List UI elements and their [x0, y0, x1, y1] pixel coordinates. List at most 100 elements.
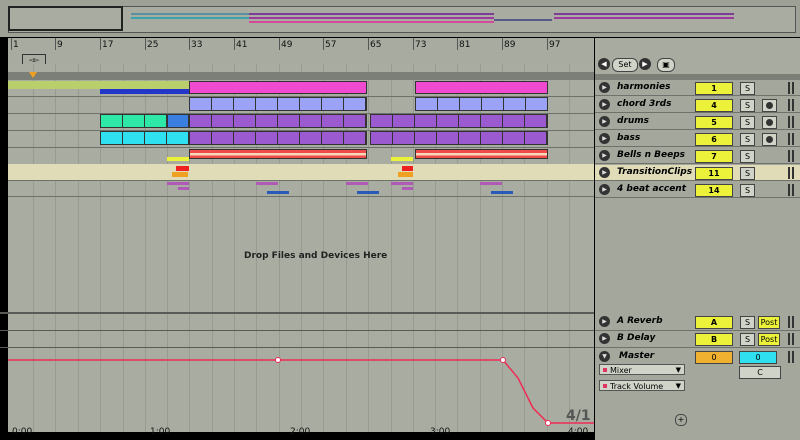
arm-button[interactable] — [762, 116, 777, 129]
track-fold-icon[interactable]: ▶ — [599, 167, 610, 178]
clip[interactable] — [402, 166, 413, 171]
track-fold-icon[interactable]: ▶ — [599, 316, 610, 327]
start-marker-icon[interactable] — [29, 72, 37, 78]
track-activator[interactable]: A — [695, 316, 733, 329]
lane-harmonies[interactable] — [8, 80, 594, 97]
track-header-bells-n-beeps[interactable]: ▶ Bells n Beeps 7 S — [595, 148, 800, 164]
clip[interactable] — [398, 172, 413, 177]
clip[interactable] — [415, 97, 548, 111]
track-header-chord-3rds[interactable]: ▶ chord 3rds 4 S — [595, 97, 800, 113]
master-volume-value[interactable]: 0 — [695, 351, 733, 364]
clip[interactable] — [391, 182, 413, 185]
track-fold-icon[interactable]: ▶ — [599, 133, 610, 144]
lane-transitionclips[interactable] — [8, 164, 594, 181]
overview-bar[interactable] — [0, 0, 800, 37]
master-track-header[interactable]: ▼ Master 0 0 C Mixer ▼ Track Volume ▼ + — [595, 348, 800, 440]
arm-button[interactable] — [762, 133, 777, 146]
automation-breakpoint[interactable] — [500, 357, 506, 363]
solo-button[interactable]: S — [740, 184, 755, 197]
resize-handle-icon[interactable] — [788, 333, 794, 345]
clip[interactable] — [178, 187, 189, 190]
track-name[interactable]: Bells n Beeps — [617, 150, 685, 160]
solo-button[interactable]: S — [740, 133, 755, 146]
lane-drums[interactable] — [8, 113, 594, 131]
track-fold-icon[interactable]: ▶ — [599, 82, 610, 93]
track-header-drums[interactable]: ▶ drums 5 S — [595, 114, 800, 130]
track-name[interactable]: 4 beat accent — [617, 184, 686, 194]
clip[interactable] — [167, 114, 189, 128]
clip[interactable] — [189, 97, 367, 111]
track-activator[interactable]: 11 — [695, 167, 733, 180]
track-name[interactable]: Master — [619, 351, 654, 361]
overview-visible-range[interactable] — [8, 6, 123, 31]
solo-button[interactable]: S — [740, 116, 755, 129]
pan-control[interactable]: C — [739, 366, 781, 379]
automation-breakpoint[interactable] — [545, 420, 551, 426]
clip[interactable] — [480, 182, 502, 185]
clip[interactable] — [267, 191, 289, 194]
track-name[interactable]: chord 3rds — [617, 99, 671, 109]
master-value[interactable]: 0 — [739, 351, 777, 364]
track-activator[interactable]: 14 — [695, 184, 733, 197]
track-activator[interactable]: 5 — [695, 116, 733, 129]
resize-handle-icon[interactable] — [788, 316, 794, 328]
parameter-chooser[interactable]: Track Volume ▼ — [599, 380, 685, 391]
automation-breakpoint[interactable] — [275, 357, 281, 363]
solo-button[interactable]: S — [740, 150, 755, 163]
prev-locator-icon[interactable]: ◀ — [598, 58, 610, 70]
track-fold-icon[interactable]: ▶ — [599, 184, 610, 195]
solo-button[interactable]: S — [740, 167, 755, 180]
follow-button[interactable]: ▣ — [657, 58, 675, 72]
clip[interactable] — [189, 131, 367, 145]
resize-handle-icon[interactable] — [788, 184, 794, 196]
track-activator[interactable]: 7 — [695, 150, 733, 163]
clip[interactable] — [167, 157, 189, 161]
lane-bells-n-beeps[interactable] — [8, 147, 594, 165]
track-header-bass[interactable]: ▶ bass 6 S — [595, 131, 800, 147]
return-track-b-delay[interactable]: ▶ B Delay B S Post — [595, 331, 800, 348]
clip[interactable] — [189, 149, 367, 159]
clip[interactable] — [100, 131, 189, 145]
track-fold-icon[interactable]: ▶ — [599, 116, 610, 127]
track-header-transitionclips[interactable]: ▶ TransitionClips 11 S — [595, 165, 800, 181]
track-activator[interactable]: 1 — [695, 82, 733, 95]
track-name[interactable]: B Delay — [617, 333, 655, 343]
clip[interactable] — [415, 149, 548, 159]
return-track-a-reverb[interactable]: ▶ A Reverb A S Post — [595, 314, 800, 331]
resize-handle-icon[interactable] — [788, 351, 794, 363]
next-locator-icon[interactable]: ▶ — [639, 58, 651, 70]
solo-button[interactable]: S — [740, 82, 755, 95]
track-activator[interactable]: 6 — [695, 133, 733, 146]
track-name[interactable]: A Reverb — [617, 316, 663, 326]
track-name[interactable]: drums — [617, 116, 649, 126]
clip[interactable] — [370, 114, 548, 128]
resize-handle-icon[interactable] — [788, 150, 794, 162]
post-button[interactable]: Post — [758, 333, 780, 346]
solo-button[interactable]: S — [740, 316, 755, 329]
clip[interactable] — [189, 114, 367, 128]
track-name[interactable]: bass — [617, 133, 640, 143]
post-button[interactable]: Post — [758, 316, 780, 329]
resize-handle-icon[interactable] — [788, 167, 794, 179]
clip[interactable] — [100, 89, 189, 94]
clip[interactable] — [357, 191, 379, 194]
clip[interactable] — [402, 187, 413, 190]
set-locator-button[interactable]: Set — [612, 58, 638, 72]
clip[interactable] — [176, 166, 189, 171]
lane-bass[interactable] — [8, 130, 594, 148]
clip[interactable] — [100, 114, 167, 128]
clip[interactable] — [491, 191, 513, 194]
track-activator[interactable]: 4 — [695, 99, 733, 112]
clip[interactable] — [172, 172, 188, 177]
clip[interactable] — [8, 81, 189, 89]
track-activator[interactable]: B — [695, 333, 733, 346]
clip[interactable] — [415, 81, 548, 94]
device-chooser[interactable]: Mixer ▼ — [599, 364, 685, 375]
track-name[interactable]: TransitionClips — [617, 167, 692, 177]
add-lane-icon[interactable]: + — [675, 414, 687, 426]
clip[interactable] — [346, 182, 368, 185]
solo-button[interactable]: S — [740, 99, 755, 112]
track-fold-icon[interactable]: ▶ — [599, 150, 610, 161]
arrangement-grid[interactable]: Drop Files and Devices Here 4/1 — [8, 64, 594, 432]
lane-4-beat-accent[interactable] — [8, 180, 594, 197]
